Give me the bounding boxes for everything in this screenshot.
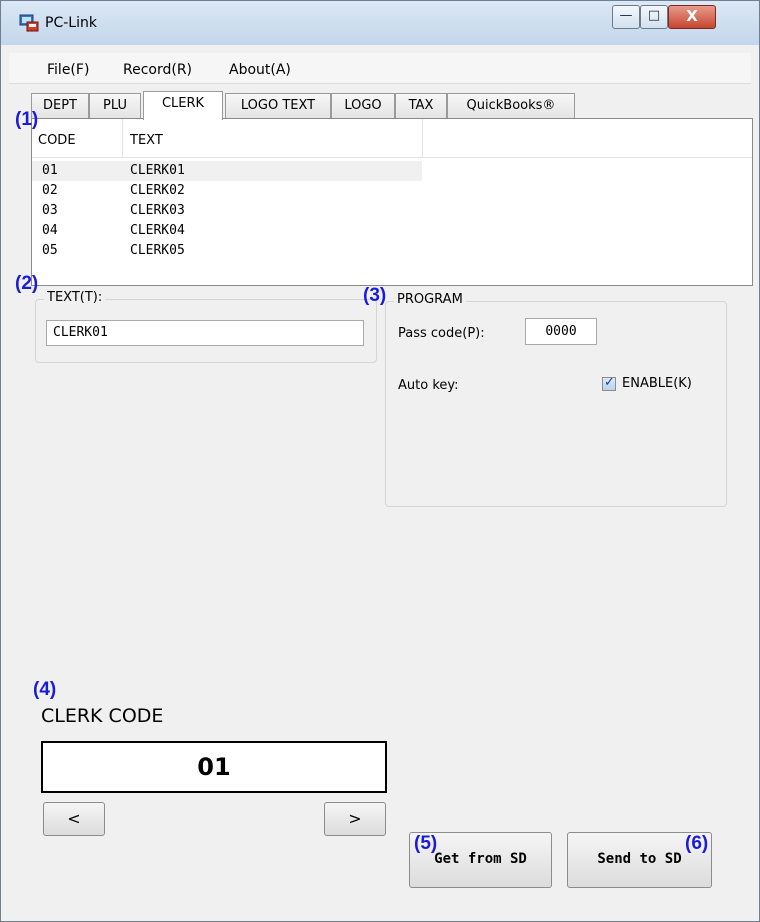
maximize-icon: □ [647, 8, 661, 23]
clerk-list[interactable]: CODE TEXT 01 CLERK01 02 CLERK02 03 CLERK… [31, 118, 753, 286]
checkbox-check-icon: ✓ [604, 375, 615, 390]
tab-logo[interactable]: LOGO [331, 93, 395, 119]
app-icon [19, 14, 39, 32]
column-header-text[interactable]: TEXT [130, 133, 163, 148]
tab-tax[interactable]: TAX [395, 93, 447, 119]
chevron-left-icon: < [67, 809, 81, 828]
table-row[interactable]: 04 CLERK04 [32, 221, 752, 241]
column-divider [422, 119, 423, 157]
list-header: CODE TEXT [32, 119, 752, 158]
cell-code: 02 [42, 183, 58, 198]
enable-label: ENABLE(K) [622, 376, 692, 391]
cell-text: CLERK03 [130, 203, 185, 218]
menu-record[interactable]: Record(R) [123, 62, 192, 78]
window-title: PC-Link [45, 15, 97, 31]
passcode-input[interactable]: 0000 [525, 318, 597, 345]
tab-logo-text[interactable]: LOGO TEXT [225, 93, 331, 119]
tab-quickbooks[interactable]: QuickBooks® [447, 93, 575, 119]
menu-about[interactable]: About(A) [229, 62, 291, 78]
tab-plu[interactable]: PLU [89, 93, 141, 119]
cell-text: CLERK02 [130, 183, 185, 198]
previous-button[interactable]: < [43, 802, 105, 836]
app-window: PC-Link — □ X File(F) Record(R) About(A)… [0, 0, 760, 922]
title-bar: PC-Link — □ X [1, 1, 759, 45]
clerk-code-title: CLERK CODE [41, 705, 164, 727]
marker-1: (1) [15, 109, 39, 130]
row-highlight [32, 161, 422, 181]
clerk-code-display: 01 [41, 741, 387, 793]
tab-dept[interactable]: DEPT [31, 93, 89, 119]
marker-6: (6) [685, 833, 709, 854]
marker-2: (2) [15, 273, 39, 294]
text-input[interactable]: CLERK01 [46, 320, 364, 346]
autokey-label: Auto key: [398, 378, 459, 393]
cell-code: 03 [42, 203, 58, 218]
cell-code: 05 [42, 243, 58, 258]
minimize-icon: — [619, 8, 633, 23]
minimize-button[interactable]: — [612, 5, 640, 29]
table-row[interactable]: 01 CLERK01 [32, 161, 752, 181]
marker-4: (4) [33, 679, 57, 700]
marker-5: (5) [414, 833, 438, 854]
menu-bar: File(F) Record(R) About(A) [9, 53, 751, 84]
text-group-title: TEXT(T): [44, 290, 106, 305]
cell-code: 01 [42, 163, 58, 178]
enable-checkbox[interactable]: ✓ [602, 375, 616, 391]
table-row[interactable]: 05 CLERK05 [32, 241, 752, 261]
close-icon: X [686, 7, 698, 25]
chevron-right-icon: > [348, 809, 362, 828]
cell-text: CLERK01 [130, 163, 185, 178]
marker-3: (3) [363, 285, 387, 306]
table-row[interactable]: 03 CLERK03 [32, 201, 752, 221]
maximize-button[interactable]: □ [640, 5, 668, 29]
program-group: PROGRAM Pass code(P): 0000 Auto key: ✓ E… [385, 292, 727, 507]
table-row[interactable]: 02 CLERK02 [32, 181, 752, 201]
column-divider [122, 119, 123, 157]
passcode-label: Pass code(P): [398, 326, 485, 341]
cell-code: 04 [42, 223, 58, 238]
menu-file[interactable]: File(F) [47, 62, 89, 78]
next-button[interactable]: > [324, 802, 386, 836]
text-group: TEXT(T): CLERK01 [35, 290, 377, 363]
cell-text: CLERK05 [130, 243, 185, 258]
tab-clerk[interactable]: CLERK [143, 91, 223, 120]
cell-text: CLERK04 [130, 223, 185, 238]
close-button[interactable]: X [668, 5, 716, 29]
column-header-code[interactable]: CODE [38, 133, 76, 148]
program-group-title: PROGRAM [394, 292, 466, 307]
